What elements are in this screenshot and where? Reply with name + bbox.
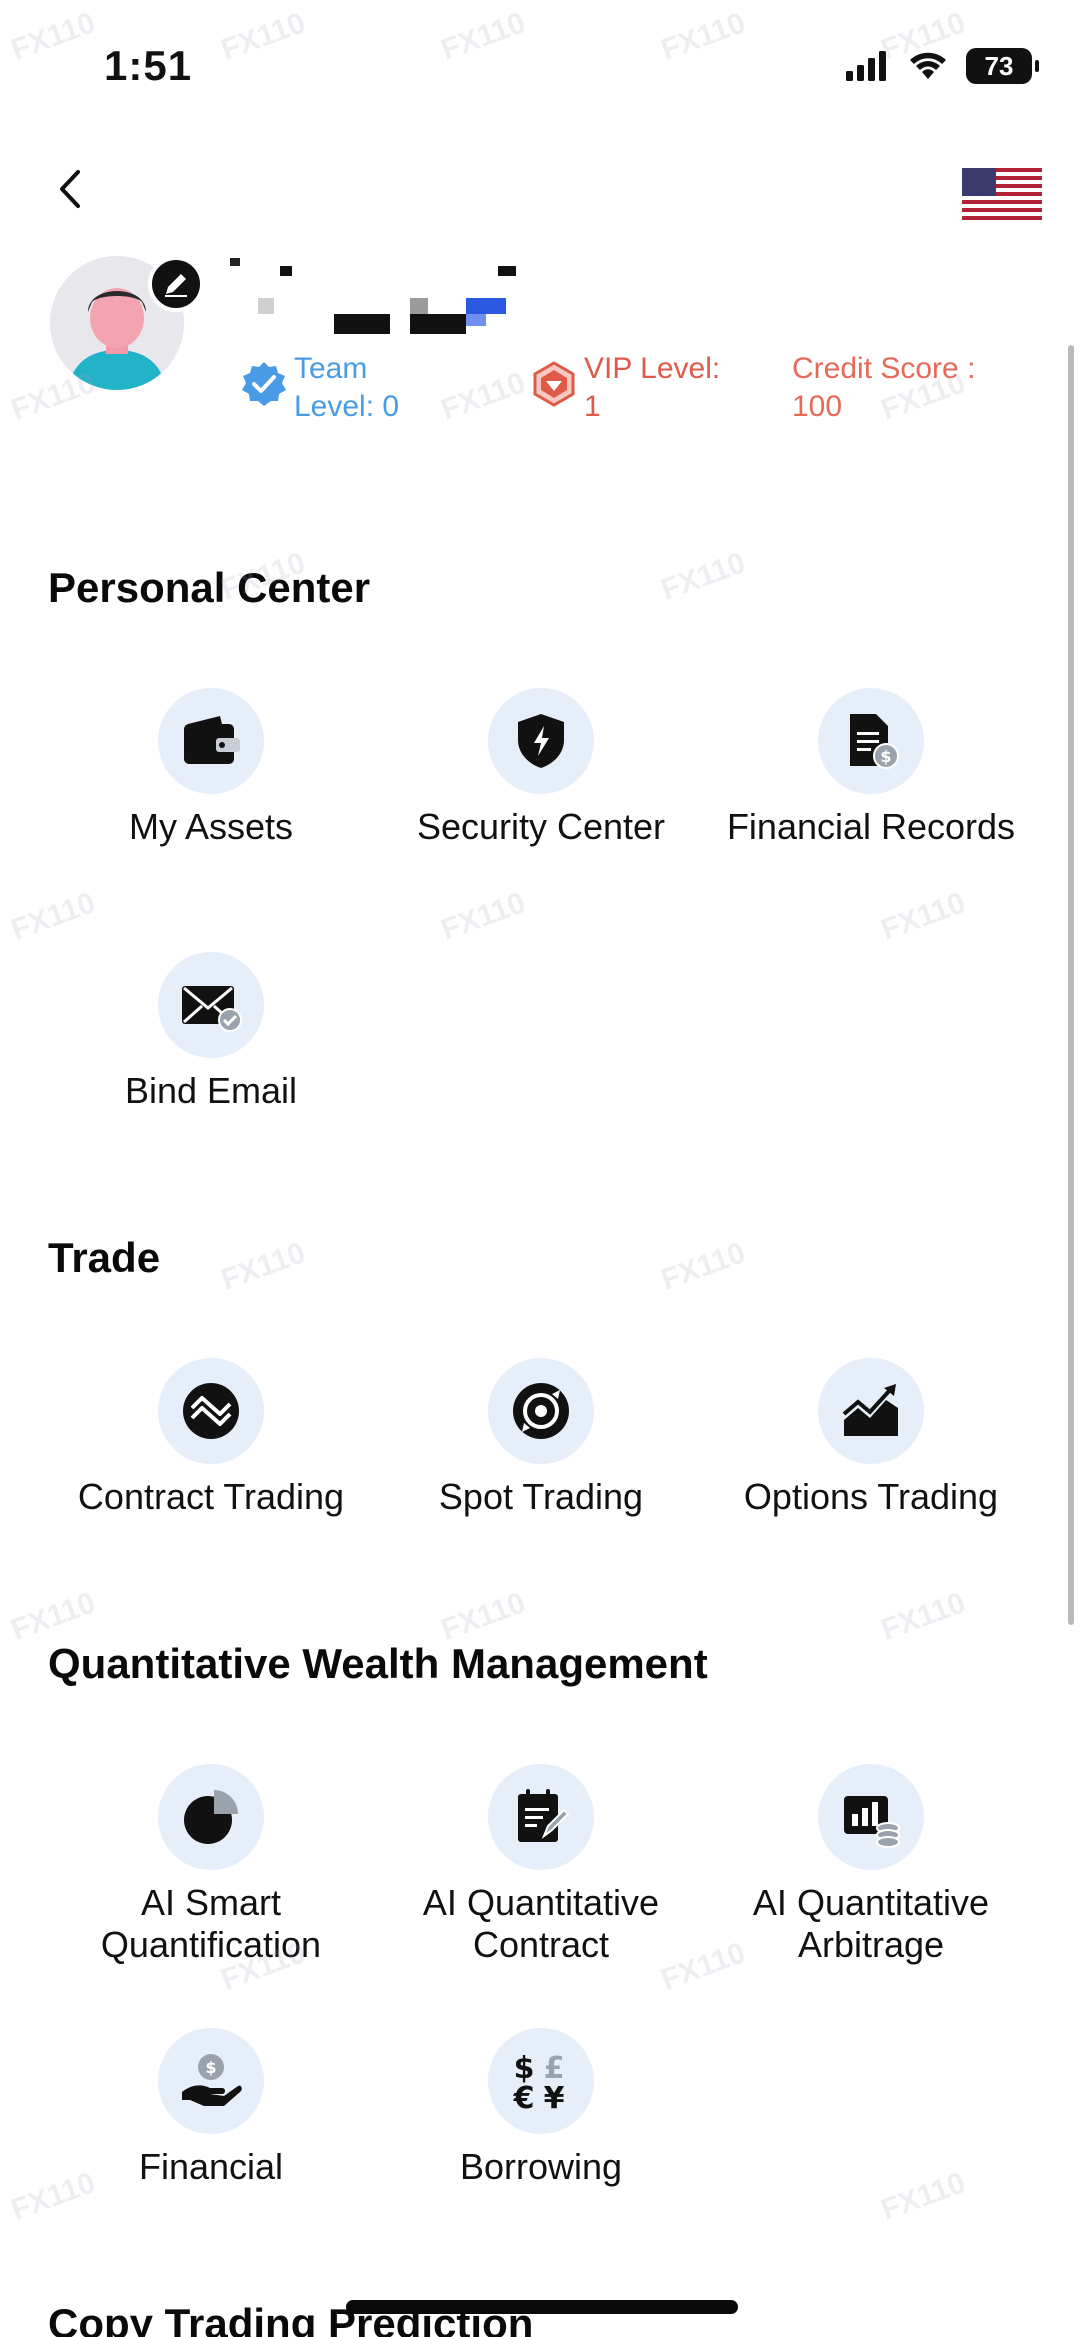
section-title-trade: Trade (48, 1234, 161, 1281)
grid-icon-bg: $ (818, 688, 924, 794)
section-title-personal-center: Personal Center (48, 564, 371, 611)
grid-item-security-center[interactable]: Security Center (376, 688, 706, 848)
grid-icon-bg: $ (158, 2028, 264, 2134)
grid-label: AI Quantitative Contract (422, 1882, 660, 1965)
language-flag-button[interactable] (962, 168, 1042, 220)
battery-icon: 73 (966, 48, 1039, 84)
grid-item-spot-trading[interactable]: Spot Trading (376, 1358, 706, 1518)
vip-level-label: VIP Level: 1 (584, 352, 721, 423)
grid-item-bind-email[interactable]: Bind Email (46, 952, 376, 1112)
hand-coin-icon: $ (182, 2054, 242, 2106)
spot-trading-icon (513, 1383, 569, 1439)
grid-label: AI Smart Quantification (100, 1882, 322, 1965)
signal-icon (846, 51, 886, 81)
svg-text:$: $ (880, 747, 891, 766)
shield-icon (518, 714, 564, 768)
grid-label: Bind Email (124, 1070, 298, 1111)
back-button[interactable] (48, 166, 94, 212)
wifi-icon (910, 52, 946, 79)
grid-label: Borrowing (459, 2146, 623, 2187)
chart-arrow-icon (842, 1384, 898, 1436)
notepad-icon (518, 1789, 570, 1842)
grid-icon-bg (488, 1358, 594, 1464)
currency-icon: $ £ € ¥ (513, 2051, 565, 2114)
grid-item-financial[interactable]: $ Financial (46, 2028, 376, 2188)
grid-icon-bg (158, 1764, 264, 1870)
svg-text:€: € (513, 2081, 535, 2114)
grid-label: AI Quantitative Arbitrage (752, 1882, 990, 1965)
grid-label: Financial (138, 2146, 284, 2187)
grid-icon-bg (818, 1358, 924, 1464)
grid-label: Financial Records (726, 806, 1016, 847)
grid-item-ai-quantitative-contract[interactable]: AI Quantitative Contract (376, 1764, 706, 1966)
profile-badges: Team Level: 0 VIP Level: 1 Credit Score … (0, 350, 1080, 430)
grid-label: Security Center (416, 806, 666, 847)
grid-item-ai-quantitative-arbitrage[interactable]: AI Quantitative Arbitrage (706, 1764, 1036, 1966)
grid-icon-bg (488, 1764, 594, 1870)
pie-chart-icon (184, 1790, 238, 1844)
contract-trading-icon (183, 1383, 239, 1439)
grid-icon-bg (158, 952, 264, 1058)
chevron-left-icon (60, 170, 80, 208)
home-indicator[interactable] (346, 2300, 738, 2314)
grid-icon-bg: $ £ € ¥ (488, 2028, 594, 2134)
verified-badge-icon (242, 362, 286, 406)
section-title-quant: Quantitative Wealth Management (48, 1640, 708, 1687)
grid-item-borrowing[interactable]: $ £ € ¥ Borrowing (376, 2028, 706, 2188)
grid-label: Spot Trading (438, 1476, 644, 1517)
us-flag-icon (962, 168, 1042, 220)
bar-chart-coins-icon (844, 1796, 900, 1848)
envelope-check-icon (182, 986, 242, 1032)
grid-label: Options Trading (743, 1476, 999, 1517)
edit-avatar-button[interactable] (148, 256, 204, 312)
status-time: 1:51 (104, 42, 193, 89)
credit-score-badge: Credit Score : 100 (792, 350, 975, 426)
redacted-username (230, 258, 530, 338)
status-bar: 1:51 73 (0, 0, 1080, 140)
svg-text:¥: ¥ (544, 2081, 565, 2114)
grid-label: My Assets (128, 806, 294, 847)
grid-icon-bg (158, 688, 264, 794)
vip-gem-icon (533, 361, 575, 407)
pencil-icon (165, 274, 187, 297)
grid-item-financial-records[interactable]: $ Financial Records (706, 688, 1036, 848)
team-level-badge: Team Level: 0 (240, 350, 399, 426)
wallet-icon (184, 716, 240, 764)
grid-icon-bg (488, 688, 594, 794)
grid-item-contract-trading[interactable]: Contract Trading (46, 1358, 376, 1518)
grid-label: Contract Trading (77, 1476, 345, 1517)
document-dollar-icon: $ (850, 714, 899, 769)
grid-item-options-trading[interactable]: Options Trading (706, 1358, 1036, 1518)
vip-level-badge: VIP Level: 1 (530, 350, 720, 426)
grid-item-my-assets[interactable]: My Assets (46, 688, 376, 848)
status-icons: 73 (846, 48, 1039, 84)
grid-icon-bg (818, 1764, 924, 1870)
credit-score-label: Credit Score : 100 (792, 352, 976, 423)
grid-item-ai-smart-quantification[interactable]: AI Smart Quantification (46, 1764, 376, 1966)
team-level-label: Team Level: 0 (294, 352, 400, 423)
svg-text:$: $ (205, 2058, 216, 2077)
grid-icon-bg (158, 1358, 264, 1464)
scrollbar[interactable] (1068, 345, 1074, 1625)
